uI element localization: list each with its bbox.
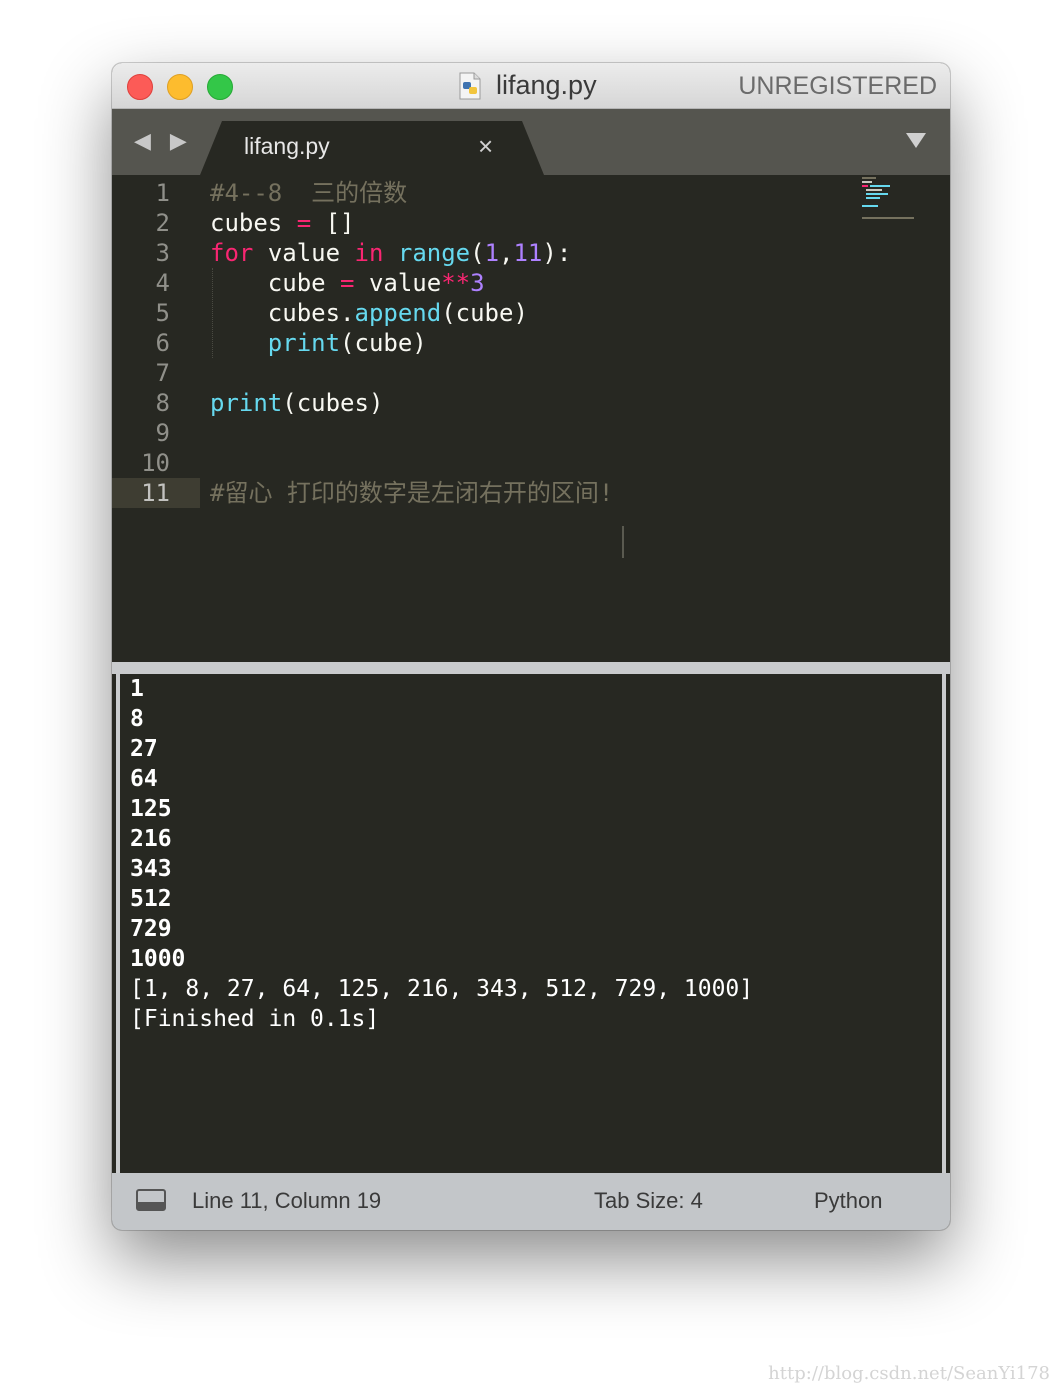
token: cube (267, 269, 326, 297)
minimize-window-button[interactable] (167, 74, 193, 100)
line-number: 5 (155, 299, 170, 327)
token: ( (470, 239, 485, 267)
output-line: 8 (130, 706, 144, 732)
panel-toggle-icon[interactable] (136, 1189, 166, 1211)
panel-splitter[interactable] (112, 662, 950, 674)
token: (cube) (340, 329, 427, 357)
function: print (267, 329, 341, 357)
tab-bar: ◀ ▶ lifang.py × (112, 109, 950, 175)
line-number: 10 (141, 449, 170, 477)
token: , (499, 239, 514, 267)
token: cubes (210, 209, 283, 237)
output-line: [Finished in 0.1s] (130, 1006, 380, 1032)
line-number: 11 (141, 479, 170, 507)
line-number: 2 (155, 209, 170, 237)
comment: #4--8 三的倍数 (210, 179, 408, 207)
token: = (340, 269, 355, 297)
title-bar: lifang.py UNREGISTERED (112, 63, 950, 109)
editor-window: lifang.py UNREGISTERED ◀ ▶ lifang.py × 1… (112, 63, 950, 1230)
tab-size[interactable]: Tab Size: 4 (594, 1188, 703, 1214)
tab-label: lifang.py (244, 133, 330, 159)
token: value (267, 239, 341, 267)
number: 3 (470, 269, 485, 297)
license-status: UNREGISTERED (738, 72, 937, 100)
cursor-position[interactable]: Line 11, Column 19 (192, 1188, 381, 1214)
code-line-8: print(cubes) (210, 388, 383, 418)
line-number: 3 (155, 239, 170, 267)
code-line-1: #4--8 三的倍数 (210, 178, 407, 208)
code-line-3: for value in range(1,11): (210, 238, 571, 268)
function: print (210, 389, 283, 417)
output-line: 343 (130, 856, 172, 882)
keyword: in (354, 239, 384, 267)
watermark: http://blog.csdn.net/SeanYi178 (768, 1363, 1050, 1384)
token: (cube) (441, 299, 528, 327)
output-line: 64 (130, 766, 158, 792)
token: value (368, 269, 442, 297)
output-line: 216 (130, 826, 172, 852)
close-window-button[interactable] (127, 74, 153, 100)
minimap[interactable] (862, 177, 922, 237)
output-line: 512 (130, 886, 172, 912)
line-number: 8 (155, 389, 170, 417)
status-bar: Line 11, Column 19 Tab Size: 4 Python (112, 1173, 950, 1230)
line-number: 6 (155, 329, 170, 357)
number: 11 (513, 239, 543, 267)
code-line-2: cubes = [] (210, 208, 355, 238)
line-number: 9 (155, 419, 170, 447)
syntax-mode[interactable]: Python (814, 1188, 883, 1214)
code-line-6: print(cube) (210, 328, 427, 358)
output-line: 125 (130, 796, 172, 822)
code-editor[interactable]: 1 2 3 4 5 6 7 8 9 10 11 #4--8 三的倍数 cubes… (112, 175, 950, 662)
function: append (354, 299, 442, 327)
line-number: 1 (155, 179, 170, 207)
number: 1 (484, 239, 500, 267)
line-number-gutter: 1 2 3 4 5 6 7 8 9 10 11 (112, 175, 200, 662)
keyword: for (210, 239, 254, 267)
output-line: 1000 (130, 946, 186, 972)
code-line-5: cubes.append(cube) (210, 298, 528, 328)
build-output-panel: 1 8 27 64 125 216 343 512 729 1000 [1, 8… (116, 674, 946, 1173)
tab-lifang-py[interactable]: lifang.py × (200, 121, 544, 175)
token: = (296, 209, 312, 237)
output-line: [1, 8, 27, 64, 125, 216, 343, 512, 729, … (130, 976, 754, 1002)
tab-nav-arrows[interactable]: ◀ ▶ (134, 129, 193, 154)
code-line-4: cube = value**3 (210, 268, 485, 298)
line-number: 7 (155, 359, 170, 387)
token: cubes. (267, 299, 355, 327)
output-line: 729 (130, 916, 172, 942)
tab-close-icon[interactable]: × (478, 131, 493, 162)
token: [] (325, 209, 355, 237)
output-line: 27 (130, 736, 158, 762)
token: (cubes) (282, 389, 384, 417)
python-file-icon (459, 72, 481, 100)
maximize-window-button[interactable] (207, 74, 233, 100)
active-line-number: 11 (112, 478, 200, 508)
dropdown-arrow-icon[interactable] (906, 133, 926, 148)
function: range (397, 239, 471, 267)
token: ** (441, 269, 471, 297)
text-cursor (622, 526, 624, 558)
output-line: 1 (130, 676, 144, 702)
window-title: lifang.py (496, 70, 597, 100)
line-number: 4 (155, 269, 170, 297)
token: ): (542, 239, 572, 267)
code-line-11: #留心 打印的数字是左闭右开的区间! (210, 478, 613, 508)
comment: #留心 打印的数字是左闭右开的区间! (210, 479, 614, 507)
